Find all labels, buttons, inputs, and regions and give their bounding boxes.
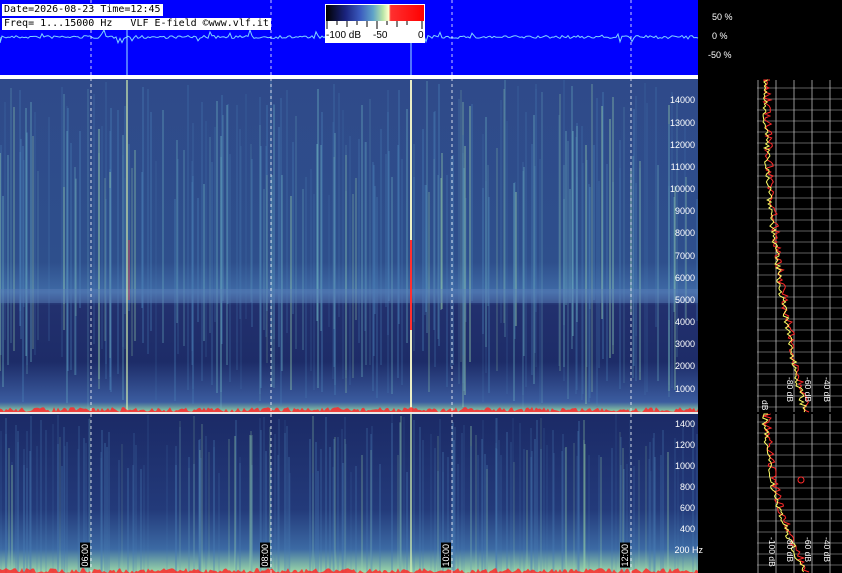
freq-tick: 6000 xyxy=(674,273,695,283)
time-label: 12:00 xyxy=(620,543,630,568)
profile-db-label: dB xyxy=(760,400,770,411)
profile-db-label: -40 dB xyxy=(822,537,832,563)
date-time-label: Date=2026-08-23 Time=12:45 xyxy=(2,4,163,16)
spectrogram-canvas xyxy=(0,0,842,573)
freq-tick: 600 xyxy=(679,503,695,513)
colorbar-legend: -100 dB -50 0 xyxy=(325,4,425,43)
waveform-separator xyxy=(0,75,698,79)
colorbar-ticks xyxy=(326,21,423,29)
freq-tick: 11000 xyxy=(670,162,695,172)
colorbar-label-max: 0 xyxy=(418,30,424,41)
freq-tick: 400 xyxy=(679,524,695,534)
freq-tick: 5000 xyxy=(674,295,695,305)
freq-tick: 9000 xyxy=(674,206,695,216)
profile-background xyxy=(757,80,842,412)
waveform-scale-minus50: -50 % xyxy=(708,50,732,60)
colorbar-label-min: -100 dB xyxy=(326,30,362,41)
waveform-scale-0: 0 % xyxy=(712,31,728,41)
freq-tick: 10000 xyxy=(669,184,695,194)
profile-db-label: -60 dB xyxy=(803,377,813,403)
freq-tick: 1000 xyxy=(674,384,695,394)
freq-tick: 1200 xyxy=(674,440,695,450)
time-label: 06:00 xyxy=(80,543,90,568)
frequency-range-label: Freq= 1...15000 Hz VLF E-field ©www.vlf.… xyxy=(2,18,271,30)
freq-tick: 200 Hz xyxy=(674,545,703,555)
freq-tick: 4000 xyxy=(674,317,695,327)
time-label: 08:00 xyxy=(260,543,270,568)
spectrogram-band xyxy=(0,289,698,303)
freq-tick: 8000 xyxy=(674,228,695,238)
freq-tick: 7000 xyxy=(674,251,695,261)
colorbar-label-mid: -50 xyxy=(373,30,388,41)
freq-tick: 800 xyxy=(679,482,695,492)
profile-db-label: -60 dB xyxy=(803,537,813,563)
freq-tick: 1400 xyxy=(674,419,695,429)
time-label: 10:00 xyxy=(441,543,451,568)
profile-db-label: -40 dB xyxy=(822,377,832,403)
spectrogram-divider xyxy=(0,412,698,414)
waveform-scale-plus50: 50 % xyxy=(712,12,733,22)
profile-db-label: -80 dB xyxy=(785,377,795,403)
vlf-spectrogram-display: Date=2026-08-23 Time=12:45 Freq= 1...150… xyxy=(0,0,842,573)
freq-tick: 2000 xyxy=(674,361,695,371)
freq-tick: 1000 xyxy=(674,461,695,471)
freq-tick: 3000 xyxy=(674,339,695,349)
freq-tick: 13000 xyxy=(669,118,695,128)
colorbar-gradient xyxy=(326,5,424,21)
freq-tick: 12000 xyxy=(669,140,695,150)
spectrum-profile-upper xyxy=(757,79,842,413)
freq-tick: 14000 xyxy=(669,95,695,105)
profile-db-label: -80 dB xyxy=(785,537,795,563)
profile-db-label: -100 dB xyxy=(767,537,777,567)
